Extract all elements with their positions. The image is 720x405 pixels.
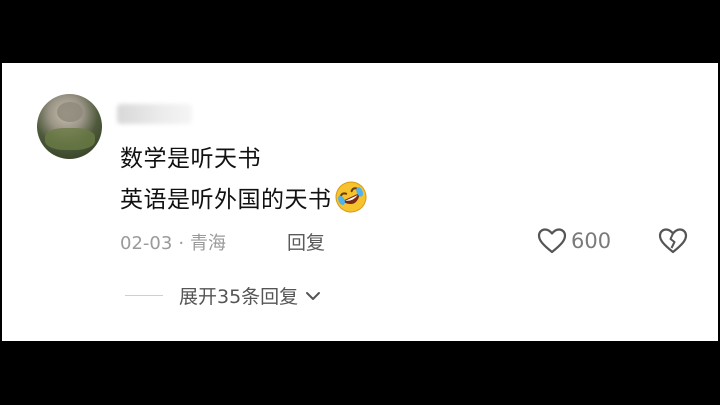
comment-card: 数学是听天书 英语是听外国的天书 02-03 · 青海 回复 600 展开35条… [2,63,718,341]
comment-location: 青海 [190,233,227,254]
comment-text-line-2-text: 英语是听外国的天书 [120,187,332,213]
broken-heart-icon [658,228,688,254]
dislike-button[interactable] [658,227,688,255]
expand-replies-label: 展开35条回复 [179,286,299,308]
like-button[interactable]: 600 [537,227,611,255]
avatar-detail [45,128,95,150]
avatar-detail [57,102,83,122]
like-count: 600 [571,229,612,253]
comment-meta: 02-03 · 青海 [120,229,226,255]
meta-separator: · [178,233,185,254]
avatar[interactable] [37,94,102,159]
chevron-down-icon [306,291,321,300]
expand-replies-button[interactable]: 展开35条回复 [125,282,322,309]
comment-text-line-2: 英语是听外国的天书 [120,179,369,215]
divider [125,295,163,296]
rolling-laughing-emoji-icon [333,179,369,215]
username-blurred[interactable] [117,104,192,124]
reply-button[interactable]: 回复 [287,228,325,255]
heart-outline-icon [537,228,567,254]
comment-date: 02-03 [120,233,173,254]
video-frame: 数学是听天书 英语是听外国的天书 02-03 · 青海 回复 600 展开35条… [0,0,720,405]
comment-text-line-1: 数学是听天书 [120,146,261,172]
